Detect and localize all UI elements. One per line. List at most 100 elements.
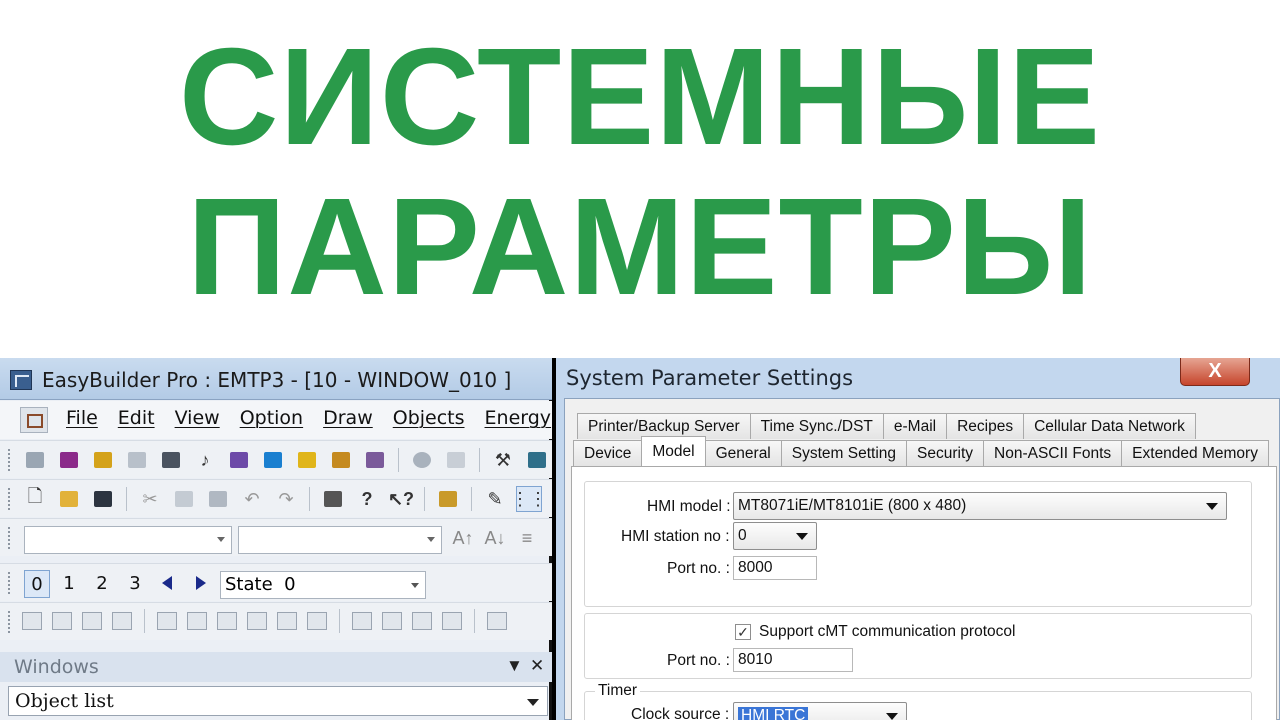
paste-icon[interactable] <box>205 486 231 512</box>
bar-graph-icon[interactable] <box>362 447 388 473</box>
tab-security[interactable]: Security <box>906 440 985 466</box>
multi-state-icon[interactable] <box>90 447 116 473</box>
group-icon[interactable] <box>82 612 102 630</box>
copy-icon[interactable] <box>171 486 197 512</box>
menu-objects[interactable]: Objects <box>393 407 465 429</box>
numeric-icon[interactable] <box>124 447 150 473</box>
ruler-icon[interactable] <box>487 612 507 630</box>
model-tab-panel: HMI model : MT8071iE/MT8101iE (800 x 480… <box>571 466 1277 720</box>
font-grow-icon[interactable]: A↑ <box>450 525 476 551</box>
redo-icon[interactable]: ↷ <box>273 486 299 512</box>
tab-device[interactable]: Device <box>573 440 643 466</box>
pen-icon[interactable]: ✎ <box>482 486 508 512</box>
windows-panel-title: Windows <box>14 656 99 678</box>
tab-extended-memory[interactable]: Extended Memory <box>1121 440 1269 466</box>
same-height-icon[interactable] <box>442 612 462 630</box>
save-icon[interactable] <box>90 486 116 512</box>
menu-edit[interactable]: Edit <box>118 407 155 429</box>
tab-recipes[interactable]: Recipes <box>946 413 1025 439</box>
toolbar-grip[interactable] <box>8 527 12 549</box>
bit-lamp-icon[interactable] <box>22 447 48 473</box>
port-field[interactable]: 8000 <box>733 556 817 580</box>
switch-icon[interactable] <box>56 447 82 473</box>
table-icon[interactable] <box>158 447 184 473</box>
distribute-v-icon[interactable] <box>382 612 402 630</box>
align-bottom-icon[interactable] <box>217 612 237 630</box>
cmt-port-field[interactable]: 8010 <box>733 648 853 672</box>
trend-icon[interactable] <box>260 447 286 473</box>
text-align-icon[interactable]: ≡ <box>514 525 540 551</box>
monitor-icon[interactable] <box>524 447 550 473</box>
cmt-support-label: Support cMT communication protocol <box>759 623 1016 640</box>
menu-file[interactable]: File <box>66 407 98 429</box>
hmi-model-value: MT8071iE/MT8101iE (800 x 480) <box>738 497 967 514</box>
document-menu-icon[interactable] <box>20 407 48 433</box>
chevron-down-icon <box>1206 503 1218 510</box>
page-toolbar: 0 1 2 3 State 0 <box>0 563 552 601</box>
page-0-button[interactable]: 0 <box>24 570 50 598</box>
ungroup-icon[interactable] <box>112 612 132 630</box>
hmi-station-select[interactable]: 0 <box>733 522 817 550</box>
state-select[interactable]: State 0 <box>220 571 426 599</box>
page-1-button[interactable]: 1 <box>56 570 82 598</box>
toolbar-grip[interactable] <box>8 611 12 633</box>
page-3-button[interactable]: 3 <box>122 570 148 598</box>
cmt-support-checkbox[interactable]: ✓ <box>735 624 751 640</box>
clock-source-select[interactable]: HMI RTC <box>733 702 907 720</box>
tab-email[interactable]: e-Mail <box>882 413 948 439</box>
align-left-icon[interactable] <box>247 612 267 630</box>
object-list-select[interactable]: Object list <box>8 686 548 716</box>
next-state-icon[interactable] <box>196 576 206 590</box>
edit-form-icon[interactable] <box>328 447 354 473</box>
grid-icon[interactable]: ⋮⋮ <box>511 486 547 512</box>
font-combo[interactable] <box>24 526 232 554</box>
tab-general[interactable]: General <box>704 440 782 466</box>
help-icon[interactable]: ? <box>354 486 380 512</box>
font-shrink-icon[interactable]: A↓ <box>482 525 508 551</box>
new-file-icon[interactable]: 🗋 <box>22 486 48 512</box>
bring-front-icon[interactable] <box>22 612 42 630</box>
toolbar-grip[interactable] <box>8 449 12 471</box>
align-top-icon[interactable] <box>157 612 177 630</box>
font-size-combo[interactable] <box>238 526 442 554</box>
sound-icon[interactable]: ♪ <box>192 447 218 473</box>
font-toolbar: A↑ A↓ ≡ <box>0 518 552 556</box>
meter-icon[interactable] <box>409 447 435 473</box>
align-right-icon[interactable] <box>307 612 327 630</box>
menu-option[interactable]: Option <box>240 407 303 429</box>
tools-icon[interactable]: ⚒ <box>490 447 516 473</box>
app-logo-icon <box>10 370 32 390</box>
tab-cellular[interactable]: Cellular Data Network <box>1023 413 1196 439</box>
tab-time-sync[interactable]: Time Sync./DST <box>749 413 884 439</box>
close-button[interactable]: X <box>1180 358 1250 386</box>
menu-energy[interactable]: Energy <box>485 407 552 429</box>
undo-icon[interactable]: ↶ <box>239 486 265 512</box>
hmi-model-select[interactable]: MT8071iE/MT8101iE (800 x 480) <box>733 492 1227 520</box>
prev-state-icon[interactable] <box>162 576 172 590</box>
menu-view[interactable]: View <box>175 407 220 429</box>
library-icon[interactable] <box>435 486 461 512</box>
open-folder-icon[interactable] <box>56 486 82 512</box>
chevron-down-icon <box>527 699 539 706</box>
panel-close-icon[interactable]: ✕ <box>530 656 544 676</box>
tab-model[interactable]: Model <box>641 436 706 466</box>
clock-source-label: Clock source : <box>631 706 730 720</box>
print-icon[interactable] <box>320 486 346 512</box>
distribute-h-icon[interactable] <box>352 612 372 630</box>
toolbar-grip[interactable] <box>8 572 12 594</box>
cut-icon[interactable]: ✂ <box>137 486 163 512</box>
report-icon[interactable] <box>443 447 469 473</box>
send-back-icon[interactable] <box>52 612 72 630</box>
message-icon[interactable] <box>294 447 320 473</box>
tab-non-ascii-fonts[interactable]: Non-ASCII Fonts <box>983 440 1123 466</box>
align-middle-icon[interactable] <box>187 612 207 630</box>
same-width-icon[interactable] <box>412 612 432 630</box>
toolbar-grip[interactable] <box>8 488 12 510</box>
tab-system-setting[interactable]: System Setting <box>780 440 908 466</box>
context-help-icon[interactable]: ↖? <box>388 486 414 512</box>
align-center-icon[interactable] <box>277 612 297 630</box>
menu-draw[interactable]: Draw <box>323 407 373 429</box>
alarm-icon[interactable] <box>226 447 252 473</box>
panel-dropdown-icon[interactable]: ▼ <box>506 656 523 676</box>
page-2-button[interactable]: 2 <box>89 570 115 598</box>
